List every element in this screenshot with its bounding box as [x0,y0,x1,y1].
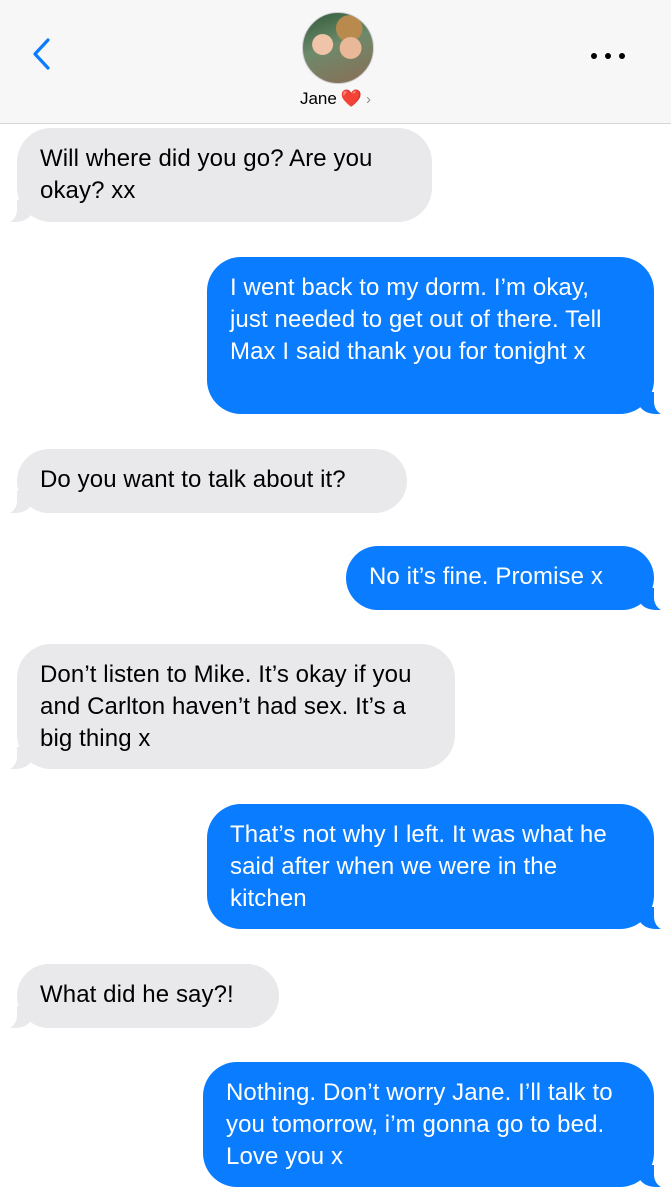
back-button[interactable] [24,34,64,74]
message-bubble-outgoing[interactable]: That’s not why I left. It was what he sa… [207,804,671,931]
chevron-right-icon: › [366,91,372,108]
message-text: Nothing. Don’t worry Jane. I’ll talk to … [226,1079,613,1170]
heart-emoji: ❤️ [340,89,363,108]
conversation-header: Jane ❤️ › [0,0,671,124]
message-text: That’s not why I left. It was what he sa… [230,821,607,912]
message-bubble-outgoing[interactable]: I went back to my dorm. I’m okay, just n… [207,257,671,416]
message-text: I went back to my dorm. I’m okay, just n… [230,274,602,365]
message-text: Don’t listen to Mike. It’s okay if you a… [40,661,412,752]
message-bubble-incoming[interactable]: Do you want to talk about it? [0,449,407,515]
message-bubble-incoming[interactable]: Will where did you go? Are you okay? xx [0,128,432,224]
ellipsis-dot [605,53,611,59]
message-text: No it’s fine. Promise x [369,563,603,590]
message-bubble-outgoing[interactable]: Nothing. Don’t worry Jane. I’ll talk to … [203,1062,671,1189]
message-bubble-outgoing[interactable]: No it’s fine. Promise x [346,546,671,612]
message-text: What did he say?! [40,981,234,1008]
message-bubble-incoming[interactable]: What did he say?! [0,964,279,1030]
message-text: Will where did you go? Are you okay? xx [40,145,373,204]
ellipsis-icon [591,53,597,59]
message-text: Do you want to talk about it? [40,466,346,493]
chevron-left-icon [33,38,50,70]
message-bubble-incoming[interactable]: Don’t listen to Mike. It’s okay if you a… [0,644,455,771]
contact-name-row[interactable]: Jane ❤️ › [0,89,671,109]
ellipsis-dot [619,53,625,59]
more-options-button[interactable] [591,52,625,60]
contact-avatar[interactable] [302,12,374,84]
contact-name: Jane [299,89,337,108]
